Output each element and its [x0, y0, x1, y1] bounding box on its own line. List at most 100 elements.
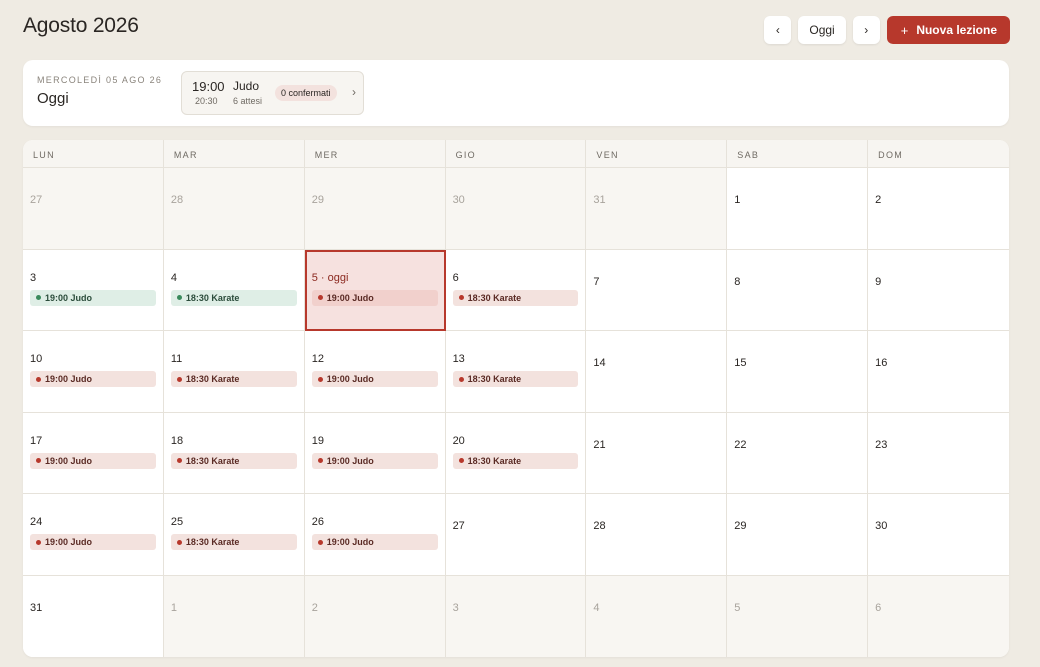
calendar-event[interactable]: 19:00 Judo [311, 371, 438, 387]
today-lesson-card[interactable]: 19:00 20:30 Judo 6 attesi 0 confermati › [181, 71, 364, 115]
calendar-event[interactable]: 18:30 Karate [170, 452, 297, 469]
weekday-label: MAR [164, 140, 305, 167]
calendar-day[interactable]: 28 [163, 168, 305, 250]
event-dot-icon [458, 458, 464, 463]
weekday-label: GIO [446, 140, 587, 167]
calendar-day[interactable]: 3 19:00 Judo [23, 249, 164, 331]
calendar-day[interactable]: 28 [586, 494, 728, 576]
next-month-button[interactable]: › [852, 16, 880, 44]
calendar-day[interactable]: 27 [445, 494, 587, 576]
calendar-day[interactable]: 17 19:00 Judo [23, 412, 164, 494]
calendar-day[interactable]: 20 18:30 Karate [445, 412, 587, 494]
calendar-day[interactable]: 31 [23, 575, 164, 657]
calendar-day[interactable]: 15 [727, 331, 869, 413]
day-number: 25 [170, 516, 184, 528]
calendar-event[interactable]: 18:30 Karate [170, 371, 297, 387]
calendar-event[interactable]: 18:30 Karate [452, 452, 579, 469]
calendar-day[interactable]: 30 [868, 494, 1009, 576]
day-number: 26 [311, 516, 324, 528]
calendar-day[interactable]: 21 [586, 412, 728, 494]
day-number: 13 [452, 353, 465, 365]
calendar-day[interactable]: 10 19:00 Judo [23, 331, 164, 413]
today-label: Oggi [37, 90, 69, 107]
calendar-day[interactable]: 14 [586, 331, 728, 413]
weekday-label: DOM [878, 150, 904, 160]
calendar-day[interactable]: 27 [23, 168, 164, 250]
calendar-day[interactable]: 29 [727, 494, 869, 576]
calendar-day[interactable]: 2 [868, 168, 1009, 250]
day-number: 14 [593, 357, 606, 369]
event-label: 19:00 Judo [326, 374, 374, 384]
calendar-event[interactable]: 19:00 Judo [311, 534, 438, 550]
calendar-day[interactable]: 6 [868, 575, 1009, 657]
calendar-event[interactable]: 19:00 Judo [30, 289, 156, 306]
calendar-day[interactable]: 26 19:00 Judo [304, 494, 446, 576]
calendar-day[interactable]: 13 18:30 Karate [445, 331, 587, 413]
day-number: 6 [452, 271, 459, 284]
calendar-event[interactable]: 18:30 Karate [452, 371, 579, 387]
calendar-event[interactable]: 19:00 Judo [30, 452, 156, 469]
new-lesson-button[interactable]: + Nuova lezione [886, 16, 1010, 44]
calendar-event[interactable]: 18:30 Karate [170, 289, 297, 306]
calendar-day[interactable]: 3 [445, 575, 587, 657]
calendar-day[interactable]: 29 [304, 168, 446, 250]
calendar-event[interactable]: 19:00 Judo [311, 289, 438, 306]
weekday-header: LUN MAR MER GIO VEN SAB DOM [23, 140, 1009, 168]
calendar-day[interactable]: 22 [727, 412, 869, 494]
calendar-day[interactable]: 18 18:30 Karate [163, 412, 305, 494]
calendar-day[interactable]: 7 [586, 249, 728, 331]
day-number: 10 [30, 353, 43, 365]
calendar-event[interactable]: 19:00 Judo [30, 371, 156, 387]
calendar-event[interactable]: 18:30 Karate [170, 534, 297, 550]
prev-month-button[interactable]: ‹ [764, 16, 792, 44]
event-label: 18:30 Karate [467, 374, 522, 384]
day-number: 28 [170, 194, 184, 206]
day-number: 5 · oggi [311, 271, 349, 284]
event-label: 19:00 Judo [326, 292, 374, 303]
calendar-day[interactable]: 4 [586, 575, 728, 657]
day-number: 31 [593, 194, 606, 206]
new-lesson-label: Nuova lezione [916, 23, 997, 37]
calendar-day[interactable]: 1 [163, 575, 305, 657]
calendar-day-today[interactable]: 5 · oggi 19:00 Judo [304, 249, 446, 331]
calendar-day[interactable]: 30 [445, 168, 587, 250]
day-number: 15 [734, 357, 747, 369]
lesson-end-time: 20:30 [195, 96, 218, 106]
day-number: 4 [170, 271, 177, 284]
calendar-day[interactable]: 16 [868, 331, 1009, 413]
calendar-event[interactable]: 19:00 Judo [30, 534, 156, 550]
calendar-day[interactable]: 25 18:30 Karate [163, 494, 305, 576]
day-number: 4 [593, 601, 600, 614]
day-number: 17 [30, 434, 43, 447]
day-number: 11 [170, 353, 183, 365]
calendar-day[interactable]: 1 [727, 168, 869, 250]
calendar-day[interactable]: 4 18:30 Karate [163, 249, 305, 331]
calendar-event[interactable]: 19:00 Judo [311, 452, 438, 469]
calendar-day[interactable]: 12 19:00 Judo [304, 331, 446, 413]
calendar-day[interactable]: 2 [304, 575, 446, 657]
lesson-expected-count: 6 attesi [233, 96, 263, 106]
calendar-day[interactable]: 11 18:30 Karate [163, 331, 305, 413]
event-label: 18:30 Karate [185, 374, 240, 384]
day-number: 2 [311, 601, 318, 614]
confirmed-badge: 0 confermati [275, 85, 337, 101]
calendar-event[interactable]: 18:30 Karate [452, 289, 579, 306]
calendar-day[interactable]: 23 [868, 412, 1009, 494]
today-button[interactable]: Oggi [798, 16, 846, 44]
month-calendar: LUN MAR MER GIO VEN SAB DOM 27 28 29 30 31 1 2… [23, 140, 1009, 657]
calendar-day[interactable]: 6 18:30 Karate [445, 249, 587, 331]
calendar-day[interactable]: 9 [868, 249, 1009, 331]
calendar-day[interactable]: 19 19:00 Judo [304, 412, 446, 494]
day-number: 1 [170, 601, 177, 614]
day-number: 12 [311, 353, 324, 365]
calendar-day[interactable]: 8 [727, 249, 869, 331]
calendar-day[interactable]: 5 [727, 575, 869, 657]
chevron-right-icon: › [864, 23, 869, 37]
event-dot-icon [36, 458, 41, 463]
event-dot-icon [317, 295, 323, 300]
plus-icon: + [900, 22, 909, 38]
calendar-day[interactable]: 31 [586, 168, 728, 250]
weekday-label: VEN [586, 140, 728, 167]
weekday-label: MER [305, 140, 446, 167]
calendar-day[interactable]: 24 19:00 Judo [23, 494, 164, 576]
